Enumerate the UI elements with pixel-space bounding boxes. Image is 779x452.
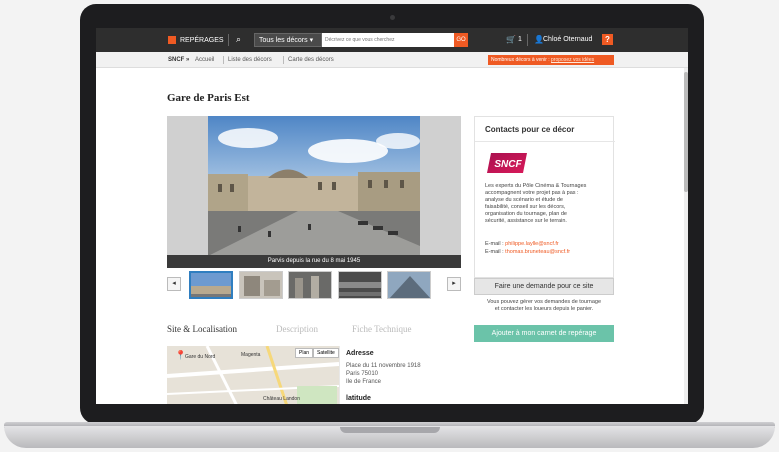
divider <box>527 34 528 46</box>
breadcrumb-separator <box>283 56 284 64</box>
address-line: Ile de France <box>346 379 382 385</box>
help-button[interactable]: ? <box>602 34 613 45</box>
decor-type-select[interactable]: Tous les décors ▾ <box>254 33 322 47</box>
map-label: Magenta <box>241 352 261 358</box>
contact-description: Les experts du Pôle Cinéma & Tournages a… <box>485 183 609 225</box>
address-panel: Adresse Place du 11 novembre 1918 Paris … <box>339 346 461 404</box>
map-satellite-button[interactable]: Satellite <box>313 348 339 358</box>
map-label: Château Landon <box>263 396 300 402</box>
request-note: Vous pouvez gérer vos demandes de tourna… <box>474 299 614 313</box>
search-input[interactable] <box>322 33 454 47</box>
request-site-button[interactable]: Faire une demande pour ce site <box>474 278 614 295</box>
photo-thumbnail[interactable] <box>189 271 233 299</box>
main-photo[interactable] <box>208 116 420 256</box>
brand-logo[interactable]: REPÉRAGES <box>168 36 224 44</box>
breadcrumb: SNCF » Accueil Liste des décors Carte de… <box>96 52 688 68</box>
decor-select-value: Tous les décors <box>259 37 308 44</box>
promo-link[interactable]: proposez vos idées <box>551 57 594 63</box>
user-name[interactable]: Chloé Oternaud <box>543 36 592 43</box>
contact-heading: Contacts pour ce décor <box>485 125 575 134</box>
address-heading: Adresse <box>346 350 374 357</box>
map-label: Gare du Nord <box>185 354 216 360</box>
tab-fiche-technique[interactable]: Fiche Technique <box>352 324 411 334</box>
brand-name: REPÉRAGES <box>180 36 224 44</box>
breadcrumb-carte[interactable]: Carte des décors <box>288 57 334 63</box>
email-link[interactable]: thomas.bruneteau@sncf.fr <box>505 249 570 255</box>
scrollbar-thumb[interactable] <box>684 72 688 192</box>
page-title: Gare de Paris Est <box>167 92 250 104</box>
email-row: E-mail : thomas.bruneteau@sncf.fr <box>485 249 570 255</box>
sncf-logo-text: SNCF <box>494 159 522 170</box>
description-line: faisabilité, conseil sur les décors, <box>485 204 566 210</box>
breadcrumb-accueil[interactable]: Accueil <box>195 57 214 63</box>
contact-panel: Contacts pour ce décor SNCF Les experts … <box>474 116 615 278</box>
map-plan-button[interactable]: Plan <box>295 348 314 358</box>
email-label: E-mail : <box>485 241 504 247</box>
address-line: Place du 11 novembre 1918 <box>346 363 421 369</box>
photo-thumbnail[interactable] <box>239 271 283 299</box>
email-label: E-mail : <box>485 249 504 255</box>
search-go-button[interactable]: GO <box>454 33 468 47</box>
email-link[interactable]: philippe.laylle@sncf.fr <box>505 241 559 247</box>
laptop-notch <box>340 427 440 433</box>
divider <box>228 34 229 46</box>
location-map[interactable]: 📍 Gare du Nord Magenta Château Landon Pl… <box>167 346 339 404</box>
cart-count: 1 <box>518 36 522 43</box>
sncf-logo: SNCF <box>487 153 527 173</box>
brand-square-icon <box>168 36 176 44</box>
email-row: E-mail : philippe.laylle@sncf.fr <box>485 241 559 247</box>
search-icon[interactable]: ⌕ <box>236 34 248 46</box>
photo-thumbnail[interactable] <box>387 271 431 299</box>
promo-banner: Nombreux décors à venir : proposez vos i… <box>488 55 614 65</box>
description-line: analyse du scénario et étude de <box>485 197 563 203</box>
request-note-line: Vous pouvez gérer vos demandes de tourna… <box>486 299 602 305</box>
breadcrumb-separator <box>223 56 224 64</box>
divider <box>475 141 615 142</box>
photo-viewer: Parvis depuis la rue du 8 mai 1945 <box>167 116 461 268</box>
breadcrumb-liste[interactable]: Liste des décors <box>228 57 272 63</box>
prev-photo-button[interactable]: ◂ <box>167 277 181 291</box>
description-line: organisation du tournage, plan de <box>485 211 567 217</box>
address-line: Paris 75010 <box>346 371 379 377</box>
request-note-line: et contacter les loueurs depuis le panie… <box>494 306 594 312</box>
description-line: accompagnent votre projet pas à pas : <box>485 190 579 196</box>
latitude-heading: latitude <box>346 395 371 402</box>
photo-thumbnail[interactable] <box>288 271 332 299</box>
photo-caption: Parvis depuis la rue du 8 mai 1945 <box>167 255 461 268</box>
promo-text: Nombreux décors à venir : <box>491 57 550 63</box>
photo-thumbnail[interactable] <box>338 271 382 299</box>
camera-dot <box>390 15 395 20</box>
description-line: sécurité, assistance sur le terrain. <box>485 218 567 224</box>
browser-screen: REPÉRAGES ⌕ Tous les décors ▾ GO 🛒 1 👤 C… <box>96 28 688 404</box>
cart-icon[interactable]: 🛒 <box>506 35 516 44</box>
tab-site-localisation[interactable]: Site & Localisation <box>167 324 237 334</box>
next-photo-button[interactable]: ▸ <box>447 277 461 291</box>
tab-description[interactable]: Description <box>276 324 318 334</box>
description-line: Les experts du Pôle Cinéma & Tournages <box>485 183 587 189</box>
top-navigation-bar: REPÉRAGES ⌕ Tous les décors ▾ GO 🛒 1 👤 C… <box>96 28 688 52</box>
add-to-carnet-button[interactable]: Ajouter à mon carnet de repérage <box>474 325 614 342</box>
breadcrumb-root[interactable]: SNCF » <box>168 57 189 63</box>
map-type-control: Plan Satellite <box>295 348 339 358</box>
